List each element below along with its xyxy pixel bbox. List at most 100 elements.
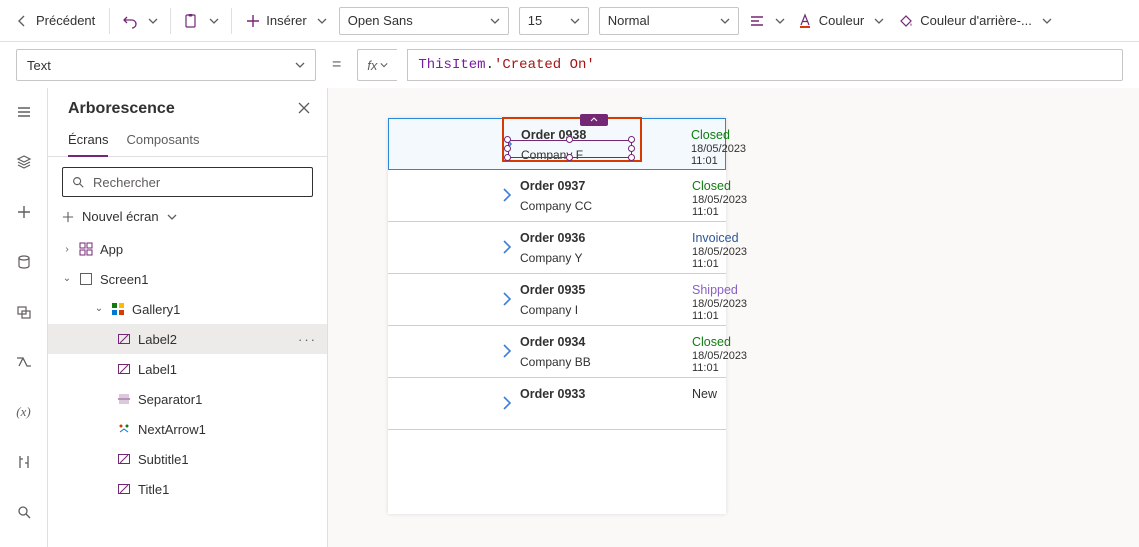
paste-button[interactable] <box>179 5 203 37</box>
selection-handle[interactable] <box>628 136 635 143</box>
selection-handle[interactable] <box>504 154 511 161</box>
caret-down-icon: ⌄ <box>94 303 104 314</box>
tree-node-more-button[interactable]: ··· <box>298 332 317 347</box>
font-size-select[interactable]: 15 <box>519 7 589 35</box>
tree-panel: Arborescence Écrans Composants Recherche… <box>48 88 328 547</box>
ribbon: Précédent Insérer Open Sans 15 Normal C <box>0 0 1139 42</box>
plus-icon <box>246 14 260 28</box>
align-dropdown[interactable] <box>771 5 789 37</box>
rail-search[interactable] <box>8 496 40 528</box>
font-weight-value: Normal <box>608 13 650 28</box>
tree-close-button[interactable] <box>297 101 311 118</box>
formula-token-object: ThisItem <box>418 57 485 73</box>
rail-insert[interactable] <box>8 196 40 228</box>
tree-node-label1[interactable]: Label1 <box>48 354 327 384</box>
arrow-left-icon <box>14 13 30 29</box>
close-icon <box>297 101 311 115</box>
tree-node-nextarrow1[interactable]: NextArrow1 <box>48 414 327 444</box>
nextarrow-icon <box>116 421 132 437</box>
font-color-label: Couleur <box>819 13 865 28</box>
rail-variables[interactable]: (x) <box>8 396 40 428</box>
font-weight-select[interactable]: Normal <box>599 7 739 35</box>
tab-components[interactable]: Composants <box>126 126 199 156</box>
gallery-item[interactable]: Order 0936InvoicedCompany Y18/05/2023 11… <box>388 222 726 274</box>
selection-handle[interactable] <box>628 145 635 152</box>
chevron-right-icon <box>500 341 514 361</box>
gallery-item[interactable]: Order 0933New <box>388 378 726 430</box>
new-screen-button[interactable]: Nouvel écran <box>48 203 327 234</box>
gallery-subtitle: Company BB <box>520 355 680 369</box>
chevron-right-icon <box>500 393 514 413</box>
tree-node-label: Gallery1 <box>132 302 180 317</box>
tree-node-app[interactable]: › App <box>48 234 327 264</box>
rail-tools[interactable] <box>8 446 40 478</box>
chevron-down-icon <box>380 61 388 69</box>
rail-data[interactable] <box>8 246 40 278</box>
property-value: Text <box>27 58 51 73</box>
selection-handle[interactable] <box>566 154 573 161</box>
undo-dropdown[interactable] <box>144 5 162 37</box>
tree-node-label2[interactable]: Label2 ··· <box>48 324 327 354</box>
rail-media[interactable] <box>8 296 40 328</box>
tree-node-label: Title1 <box>138 482 169 497</box>
canvas[interactable]: Order 0938ClosedCompany F18/05/2023 11:0… <box>328 88 1139 547</box>
formula-token-prop: 'Created On' <box>494 57 595 73</box>
fill-color-label: Couleur d'arrière-... <box>920 13 1032 28</box>
flows-icon <box>15 354 33 370</box>
gallery-status: Closed <box>686 335 714 349</box>
chevron-down-icon <box>148 16 158 26</box>
gallery-next-arrow[interactable] <box>500 341 514 364</box>
app-icon <box>78 241 94 257</box>
rail-hamburger[interactable] <box>8 96 40 128</box>
ribbon-separator <box>109 8 110 34</box>
selection-handle[interactable] <box>504 136 511 143</box>
gallery-subtitle: Company CC <box>520 199 680 213</box>
fx-button[interactable]: fx <box>357 49 397 81</box>
gallery-next-arrow[interactable] <box>500 185 514 208</box>
rail-flows[interactable] <box>8 346 40 378</box>
tree-node-label: Label2 <box>138 332 177 347</box>
align-button[interactable] <box>745 5 769 37</box>
caret-right-icon: › <box>62 244 72 255</box>
back-button[interactable]: Précédent <box>8 5 101 37</box>
tree-node-gallery1[interactable]: ⌄ Gallery1 <box>48 294 327 324</box>
gallery-next-arrow[interactable] <box>500 393 514 416</box>
tree-node-label: App <box>100 242 123 257</box>
chevron-down-icon <box>209 16 219 26</box>
property-select[interactable]: Text <box>16 49 316 81</box>
selection-handle[interactable] <box>628 154 635 161</box>
tree-node-label: Screen1 <box>100 272 148 287</box>
undo-button[interactable] <box>118 5 142 37</box>
font-name-select[interactable]: Open Sans <box>339 7 509 35</box>
tools-icon <box>16 454 32 470</box>
fx-label: fx <box>367 58 377 73</box>
selection-drag-handle[interactable] <box>580 114 608 126</box>
tree-node-subtitle1[interactable]: Subtitle1 <box>48 444 327 474</box>
selection-handle[interactable] <box>504 145 511 152</box>
paste-dropdown[interactable] <box>205 5 223 37</box>
caret-down-icon: ⌄ <box>62 273 72 284</box>
font-color-button[interactable]: Couleur <box>791 5 891 37</box>
gallery-next-arrow[interactable] <box>500 237 514 260</box>
variable-icon: (x) <box>16 404 30 420</box>
tree-node-screen1[interactable]: ⌄ Screen1 <box>48 264 327 294</box>
chevron-down-icon <box>490 16 500 26</box>
insert-button[interactable]: Insérer <box>240 5 332 37</box>
gallery-next-arrow[interactable] <box>500 289 514 312</box>
fill-color-button[interactable]: Couleur d'arrière-... <box>892 5 1058 37</box>
gallery-item[interactable]: Order 0934ClosedCompany BB18/05/2023 11:… <box>388 326 726 378</box>
tree-node-title1[interactable]: Title1 <box>48 474 327 504</box>
tree-search-input[interactable]: Rechercher <box>62 167 313 197</box>
gallery-item[interactable]: Order 0935ShippedCompany I18/05/2023 11:… <box>388 274 726 326</box>
chevron-down-icon <box>570 16 580 26</box>
selection-handle[interactable] <box>566 136 573 143</box>
main: (x) Arborescence Écrans Composants Reche… <box>0 88 1139 547</box>
formula-input[interactable]: ThisItem.'Created On' <box>407 49 1123 81</box>
gallery-title: Order 0937 <box>520 179 680 193</box>
tree-node-separator1[interactable]: Separator1 <box>48 384 327 414</box>
chevron-right-icon <box>500 237 514 257</box>
insert-label: Insérer <box>266 13 306 28</box>
tab-screens[interactable]: Écrans <box>68 126 108 157</box>
rail-tree[interactable] <box>8 146 40 178</box>
gallery-item[interactable]: Order 0937ClosedCompany CC18/05/2023 11:… <box>388 170 726 222</box>
